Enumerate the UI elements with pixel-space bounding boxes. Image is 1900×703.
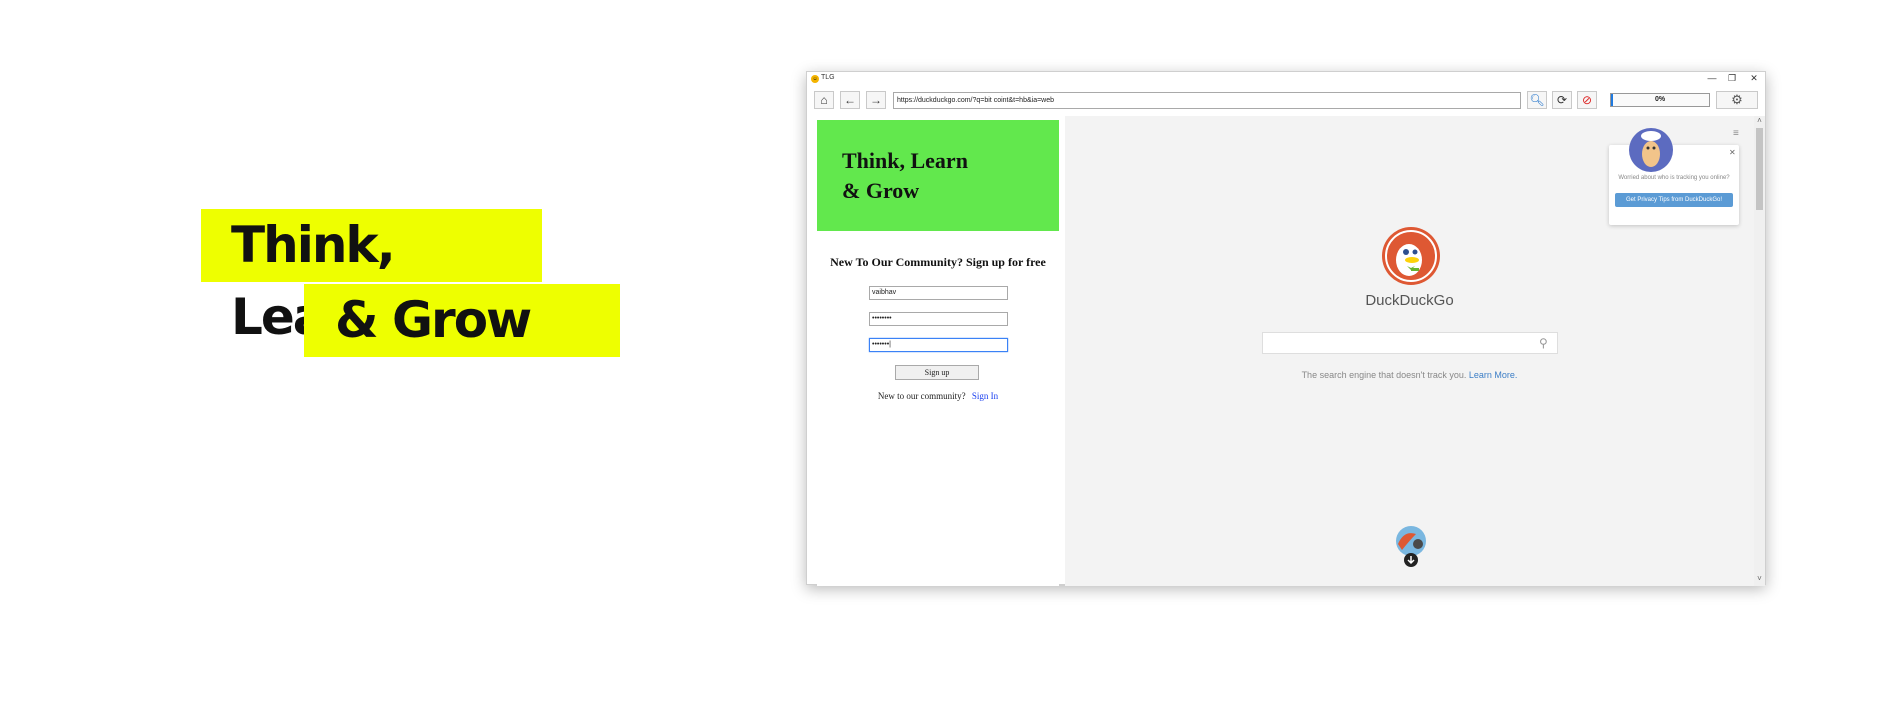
promo-logo-line-1: Think, Learn [201,209,542,346]
username-field[interactable]: vaibhav [869,286,1008,300]
minimize-button[interactable]: — [1703,72,1721,86]
ddg-search-input[interactable]: ⚲ [1262,332,1558,354]
url-input[interactable]: https://duckduckgo.com/?q=bit coint&t=hb… [893,92,1521,109]
ddg-tagline: The search engine that doesn't track you… [1065,370,1754,380]
progress-bar: 0% [1610,93,1710,107]
window-title: TLG [821,74,835,81]
toolbar: ⌂ ← → https://duckduckgo.com/?q=bit coin… [807,86,1765,112]
ddg-app-download-icon[interactable] [1392,524,1430,568]
progress-label: 0% [1654,96,1666,103]
hero-title-line-1: Think, Learn [842,148,968,173]
scroll-up-icon[interactable]: ˄ [1754,116,1765,126]
close-button[interactable]: ✕ [1745,72,1763,86]
close-icon[interactable]: ✕ [1729,148,1736,157]
privacy-prompt: Worried about who is tracking you online… [1618,175,1730,181]
app-emoji-icon: ☺ [811,75,819,83]
title-bar: ☺ TLG — ❐ ✕ [807,72,1765,86]
hero-banner: Think, Learn & Grow [817,120,1059,231]
reload-button[interactable]: ⟳ [1552,91,1572,109]
vertical-scrollbar[interactable]: ˄ ˅ [1754,116,1765,586]
gear-icon: ⚙ [1731,92,1743,107]
browser-window: ☺ TLG — ❐ ✕ ⌂ ← → https://duckduckgo.com… [806,71,1766,586]
signin-prompt: New to our community? [877,391,966,401]
signup-button[interactable]: Sign up [895,365,979,380]
signup-panel: Think, Learn & Grow New To Our Community… [817,120,1059,586]
password-field[interactable]: •••••••• [869,312,1008,326]
search-icon[interactable]: ⚲ [1539,336,1548,350]
maximize-button[interactable]: ❐ [1723,72,1741,86]
forward-button[interactable]: → [866,91,886,109]
web-content: ≡ DuckDuckGo ⚲ The search engine that do… [1065,116,1754,586]
scroll-thumb[interactable] [1756,128,1763,210]
stop-icon: ⊘ [1581,93,1593,107]
ddg-brand-name: DuckDuckGo [1365,292,1454,309]
signin-row: New to our community? Sign In [817,391,1059,401]
magnifier-icon: 🔍︎ [1529,93,1545,107]
settings-button[interactable]: ⚙ [1716,91,1758,109]
duck-mascot-icon [1629,128,1673,172]
arrow-left-icon: ← [844,93,856,107]
back-button[interactable]: ← [840,91,860,109]
confirm-password-field[interactable]: •••••••| [869,338,1008,352]
promo-logo-line-2: & Grow [304,284,620,357]
privacy-tips-button[interactable]: Get Privacy Tips from DuckDuckGo! [1615,193,1733,207]
signin-link[interactable]: Sign In [972,391,998,401]
ddg-tagline-text: The search engine that doesn't track you… [1301,370,1467,380]
hamburger-menu-icon[interactable]: ≡ [1733,128,1739,139]
signup-heading: New To Our Community? Sign up for free [830,255,1046,269]
home-button[interactable]: ⌂ [814,91,834,109]
home-icon: ⌂ [820,93,828,107]
stop-button[interactable]: ⊘ [1577,91,1597,109]
scroll-down-icon[interactable]: ˅ [1754,574,1765,584]
learn-more-link[interactable]: Learn More. [1469,370,1518,380]
search-button[interactable]: 🔍︎ [1527,91,1547,109]
hero-title-line-2: & Grow [842,178,920,203]
duckduckgo-logo-icon [1382,227,1440,285]
arrow-right-icon: → [870,93,882,107]
refresh-icon: ⟳ [1556,93,1568,107]
